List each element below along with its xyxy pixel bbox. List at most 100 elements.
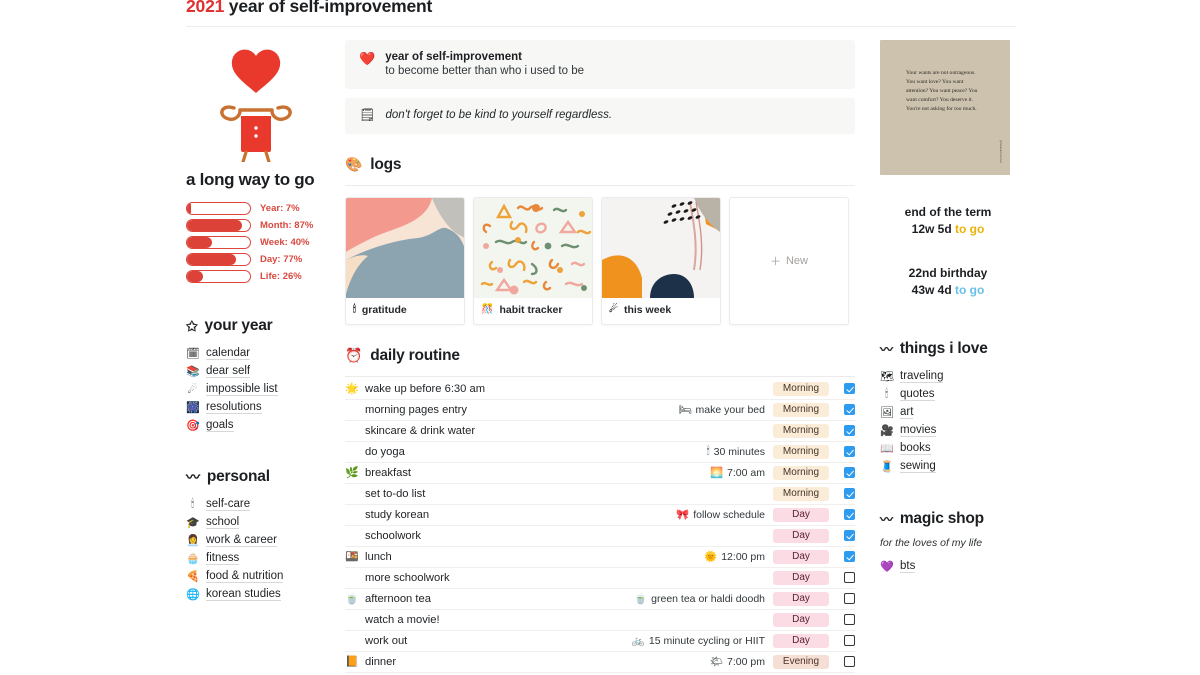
status-badge[interactable]: Morning [773, 465, 829, 480]
callout-year-of-self-improvement[interactable]: ❤️ year of self-improvement to become be… [345, 40, 855, 89]
sidebar-item-traveling[interactable]: 🗺 traveling [880, 367, 1016, 385]
sidebar-item-art[interactable]: 🖼 art [880, 403, 1016, 421]
table-row[interactable]: 🍵 afternoon tea 🍵 green tea or haldi doodh D… [345, 589, 855, 610]
status-badge[interactable]: Morning [773, 486, 829, 501]
checkbox[interactable] [844, 509, 855, 521]
sidebar-item-goals[interactable]: 🎯 goals [186, 416, 326, 434]
sidebar-item-label: work & career [206, 533, 277, 547]
status-badge[interactable]: Day [773, 591, 829, 606]
countdown-amount: 43w 4d [911, 283, 952, 297]
checkbox[interactable] [844, 593, 855, 605]
checkbox[interactable] [844, 404, 855, 416]
globe-icon: 🌐 [186, 588, 200, 601]
abstract-pink-blue-art [346, 197, 464, 298]
checkbox[interactable] [844, 383, 855, 395]
sidebar-item-label: food & nutrition [206, 569, 284, 583]
routine-note: 🕯 30 minutes [707, 445, 765, 458]
table-row[interactable]: do yoga 🕯 30 minutes Morning [345, 442, 855, 463]
sidebar-item-sewing[interactable]: 🧵 sewing [880, 457, 1016, 475]
sidebar-item-fitness[interactable]: 🧁 fitness [186, 549, 326, 567]
table-row[interactable]: 🍱 lunch 🌞 12:00 pm Day [345, 547, 855, 568]
routine-task-name: morning pages entry [365, 403, 467, 416]
sidebar-item-dear-self[interactable]: 📚 dear self [186, 362, 326, 380]
routine-note: 🛏 make your bed [678, 403, 765, 417]
routine-checkbox-cell [829, 551, 855, 563]
sidebar-item-label: bts [900, 559, 916, 573]
nav-heading-things-i-love: 〰 things i love [880, 339, 1016, 358]
checkbox[interactable] [844, 635, 855, 647]
routine-checkbox-cell [829, 425, 855, 437]
sidebar-item-calendar[interactable]: 🗓 calendar [186, 344, 326, 362]
status-badge[interactable]: Morning [773, 402, 829, 417]
routine-task-name: more schoolwork [365, 571, 450, 584]
daily-routine-table: 🌟 wake up before 6:30 am Morning morning pa… [345, 379, 855, 673]
logs-gallery: 🕯 gratitude 🎊 habit tracker ☄ this week … [345, 196, 855, 325]
sidebar-item-label: dear self [206, 364, 251, 378]
status-badge[interactable]: Day [773, 507, 829, 522]
wave-icon: 〰 [880, 342, 893, 357]
sidebar-item-work-career[interactable]: 👩‍💼 work & career [186, 531, 326, 549]
sidebar-item-self-care[interactable]: 🕯 self-care [186, 495, 326, 513]
gallery-card-habit-tracker[interactable]: 🎊 habit tracker [473, 196, 593, 325]
table-row[interactable]: study korean 🎀 follow schedule Day [345, 505, 855, 526]
section-heading-label: daily routine [370, 346, 460, 364]
sidebar-item-quotes[interactable]: 🕯 quotes [880, 385, 1016, 403]
sidebar-item-food-nutrition[interactable]: 🍕 food & nutrition [186, 567, 326, 585]
checkbox[interactable] [844, 656, 855, 668]
title-divider [186, 26, 1016, 27]
sidebar-item-impossible-list[interactable]: ☄ impossible list [186, 380, 326, 398]
status-badge[interactable]: Morning [773, 444, 829, 459]
sidebar-item-korean-studies[interactable]: 🌐 korean studies [186, 585, 326, 603]
gallery-new-card-button[interactable]: ＋ New [729, 196, 849, 325]
progress-fill-life [187, 271, 204, 282]
status-badge[interactable]: Morning [773, 381, 829, 396]
sidebar-item-bts[interactable]: 💜 bts [880, 557, 1016, 575]
heart-head-figure-svg [220, 49, 292, 162]
status-badge[interactable]: Day [773, 549, 829, 564]
checkbox[interactable] [844, 467, 855, 479]
table-row[interactable]: watch a movie! Day [345, 610, 855, 631]
status-badge[interactable]: Day [773, 528, 829, 543]
progress-track-month [186, 219, 251, 232]
routine-note: 🌤 7:00 pm [710, 655, 765, 669]
table-row[interactable]: work out 🚲 15 minute cycling or HIIT Day [345, 631, 855, 652]
table-row[interactable]: 📙 dinner 🌤 7:00 pm Evening [345, 652, 855, 673]
progress-track-life [186, 270, 251, 283]
sidebar-item-resolutions[interactable]: 🎆 resolutions [186, 398, 326, 416]
checkbox[interactable] [844, 572, 855, 584]
gallery-card-caption: 🕯 gratitude [346, 298, 464, 323]
status-badge[interactable]: Evening [773, 654, 829, 669]
table-row[interactable]: more schoolwork Day [345, 568, 855, 589]
movie-camera-icon: 🎥 [880, 424, 894, 437]
checkbox[interactable] [844, 446, 855, 458]
routine-task-name: dinner [365, 655, 397, 668]
callout-be-kind[interactable]: 🗒 don't forget to be kind to yourself re… [345, 98, 855, 134]
progress-fill-week [187, 237, 213, 248]
checkbox[interactable] [844, 488, 855, 500]
table-row[interactable]: morning pages entry 🛏 make your bed Morning [345, 400, 855, 421]
callout-text: don't forget to be kind to yourself rega… [385, 109, 613, 122]
routine-checkbox-cell [829, 488, 855, 500]
sidebar-item-books[interactable]: 📖 books [880, 439, 1016, 457]
status-badge[interactable]: Day [773, 570, 829, 585]
checkbox[interactable] [844, 614, 855, 626]
table-row[interactable]: skincare & drink water Morning [345, 421, 855, 442]
table-row[interactable]: 🌟 wake up before 6:30 am Morning [345, 379, 855, 400]
status-badge[interactable]: Day [773, 633, 829, 648]
page-title-year: 2021 [186, 0, 225, 16]
table-row[interactable]: 🌿 breakfast 🌅 7:00 am Morning [345, 463, 855, 484]
checkbox[interactable] [844, 425, 855, 437]
notion-page: 2021 year of self-improvement a long way… [0, 0, 1200, 675]
heart-head-figure-illustration [186, 40, 326, 162]
sidebar-item-school[interactable]: 🎓 school [186, 513, 326, 531]
checkbox[interactable] [844, 551, 855, 563]
table-row[interactable]: schoolwork Day [345, 526, 855, 547]
checkbox[interactable] [844, 530, 855, 542]
countdown-birthday: 22nd birthday 43w 4d to go [880, 266, 1016, 297]
status-badge[interactable]: Morning [773, 423, 829, 438]
gallery-card-gratitude[interactable]: 🕯 gratitude [345, 196, 465, 325]
table-row[interactable]: set to-do list Morning [345, 484, 855, 505]
status-badge[interactable]: Day [773, 612, 829, 627]
gallery-card-this-week[interactable]: ☄ this week [601, 196, 721, 325]
sidebar-item-movies[interactable]: 🎥 movies [880, 421, 1016, 439]
